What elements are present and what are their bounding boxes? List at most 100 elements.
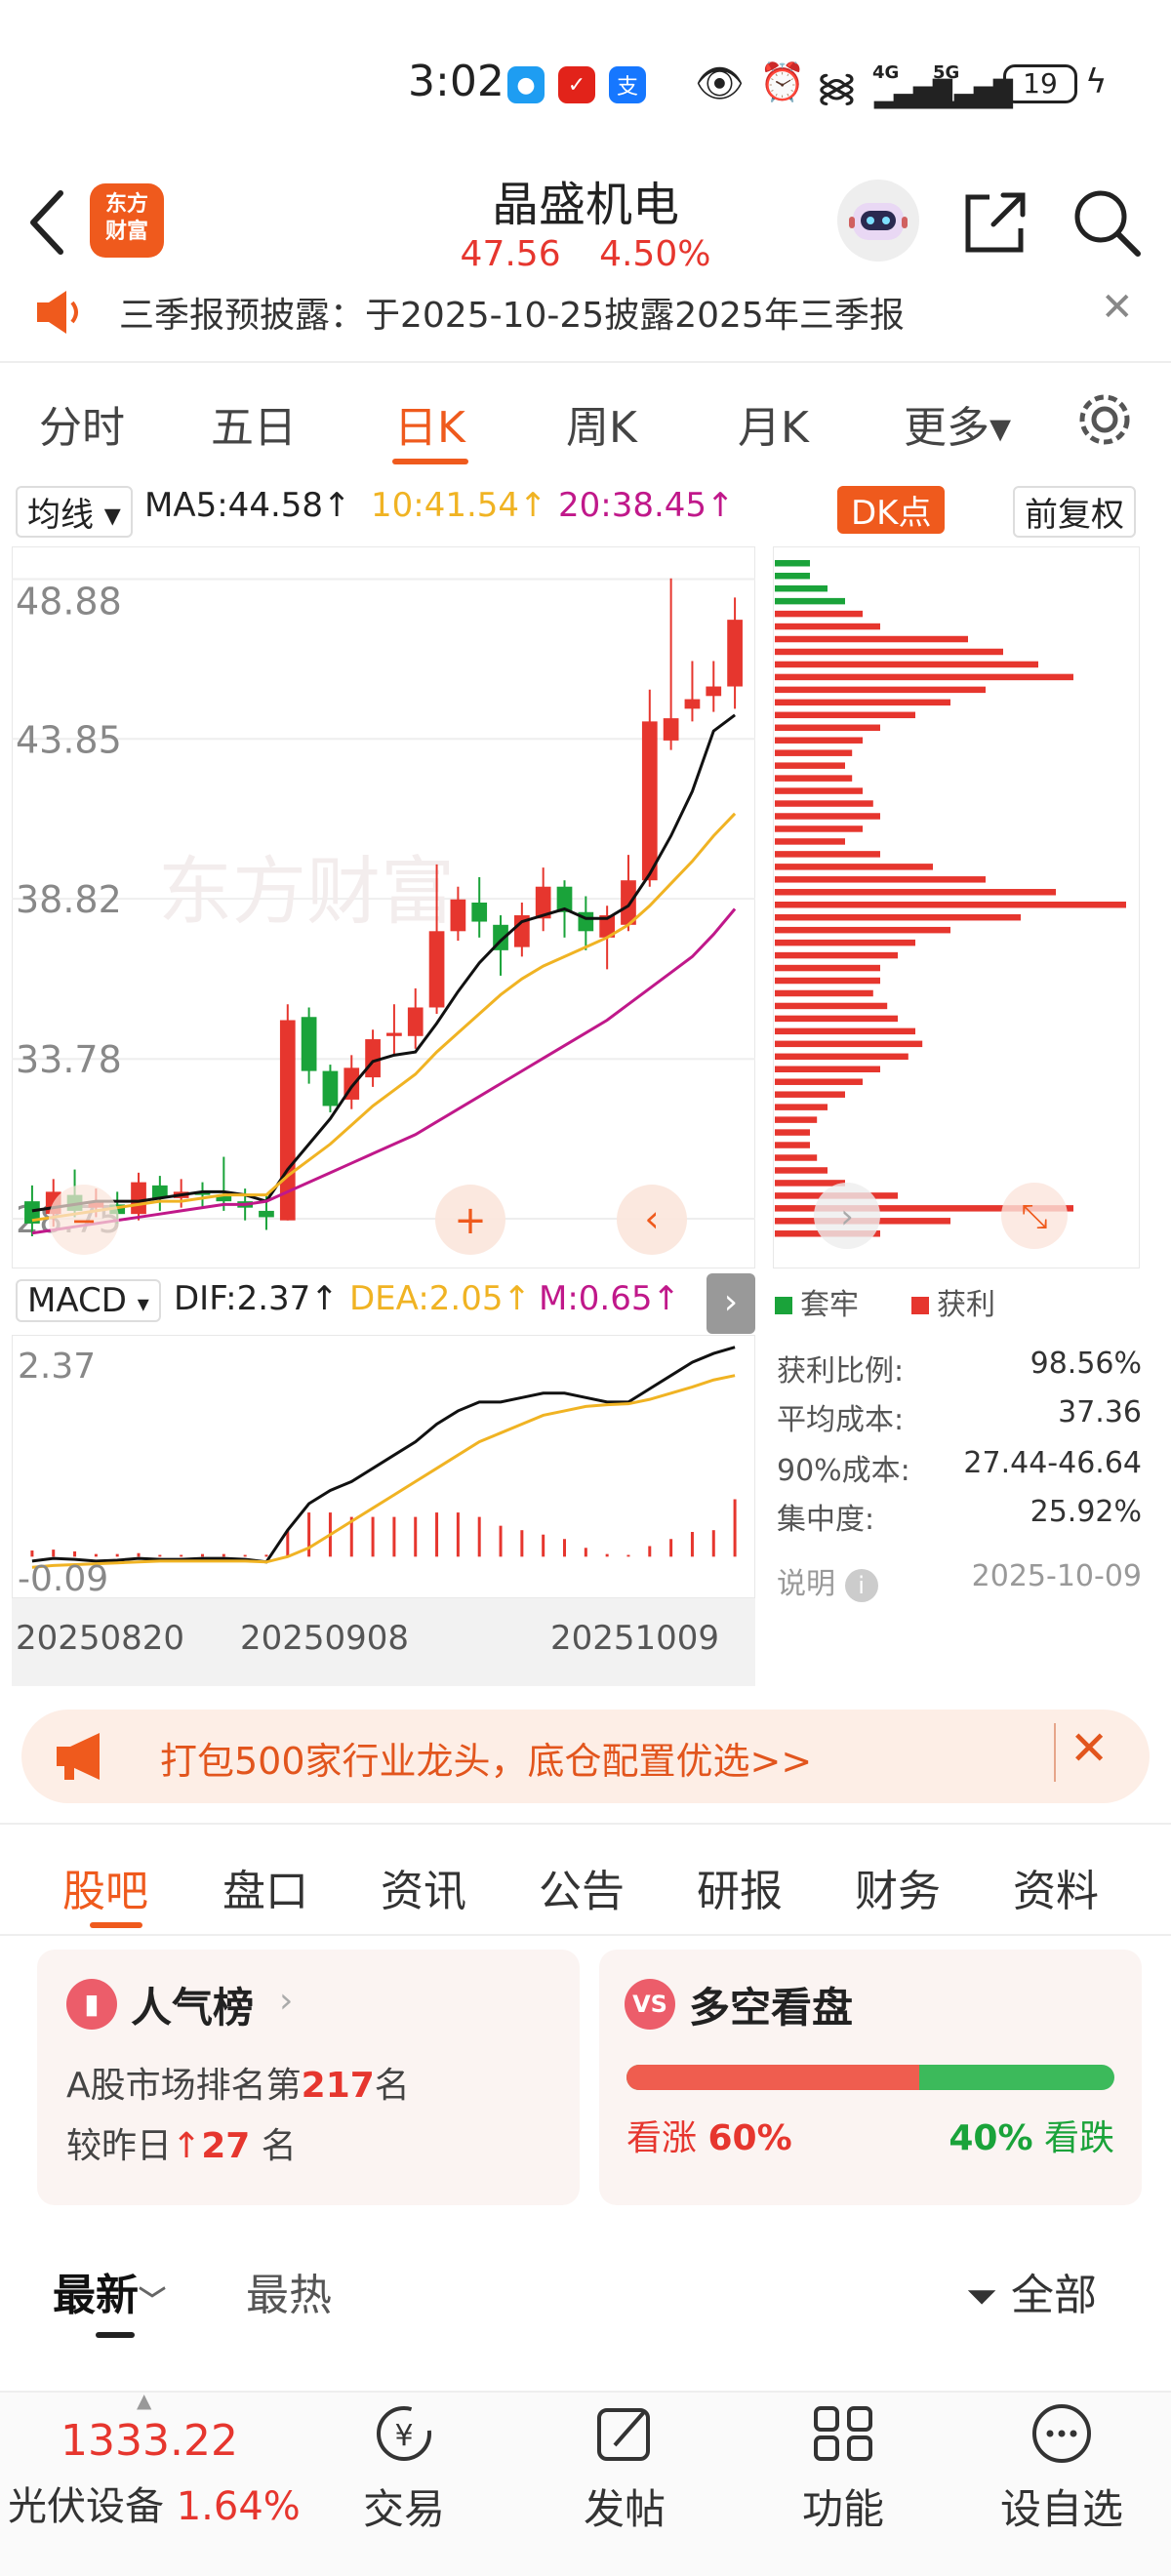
index-value[interactable]: 1333.22	[61, 2416, 238, 2466]
chip-distribution-chart[interactable]: › ⤡	[773, 546, 1140, 1268]
bear-label-text: 看跌	[1043, 2118, 1114, 2158]
chip-bar	[775, 1091, 845, 1098]
chip-bar	[775, 838, 845, 845]
feed-tab-hot[interactable]: 最热	[246, 2260, 332, 2322]
tab-daily-k[interactable]: 日K	[394, 392, 465, 455]
chip-bar	[775, 724, 880, 731]
chip-next-icon[interactable]: ›	[840, 1197, 854, 1236]
date-label-2: 20250908	[240, 1619, 409, 1658]
expand-icon[interactable]: ⤡	[1021, 1197, 1047, 1236]
chip-legend-profit: 获利	[911, 1280, 995, 1323]
tab-monthly-k[interactable]: 月K	[738, 392, 809, 455]
date-label-3: 20251009	[550, 1619, 719, 1658]
dk-point-button[interactable]: DK点	[837, 486, 946, 534]
chip-bar	[775, 597, 845, 605]
candle-body	[365, 1039, 381, 1078]
arrow-up-icon: ↑	[172, 2126, 202, 2166]
chip-bar	[775, 584, 828, 592]
add-watchlist-icon[interactable]	[984, 2402, 1140, 2465]
chevron-right-icon: ›	[279, 1981, 294, 2021]
wifi-icon: ᯼	[816, 65, 858, 110]
zoom-in-icon[interactable]: +	[454, 1198, 487, 1243]
stock-change-pct: 4.50%	[599, 234, 711, 274]
nav-trade[interactable]: 交易	[326, 2476, 482, 2536]
nav-post[interactable]: 发帖	[546, 2476, 703, 2536]
vs-icon: VS	[625, 1979, 675, 2030]
megaphone-icon	[57, 1733, 100, 1780]
promo-text: 打包500家行业龙头，底仓配置优选>>	[160, 1740, 813, 1783]
chip-bar	[775, 686, 986, 694]
date-label-1: 20250820	[16, 1619, 184, 1658]
candle-body	[259, 1210, 274, 1218]
bar-chart-icon: ▮	[66, 1979, 117, 2030]
adjust-button[interactable]: 前复权	[1013, 486, 1136, 538]
search-icon[interactable]	[1070, 185, 1144, 260]
section-divider-top	[0, 1823, 1171, 1825]
nav-functions[interactable]: 功能	[765, 2476, 921, 2536]
tab-more[interactable]: 更多▾	[904, 392, 1011, 455]
stat-value-90-cost: 27.44-46.64	[963, 1446, 1142, 1480]
candle-body	[663, 718, 679, 741]
chip-bar	[775, 1053, 909, 1061]
stat-label-avg-cost: 平均成本:	[777, 1403, 905, 1437]
post-icon[interactable]	[546, 2402, 703, 2465]
chip-bar	[775, 939, 915, 946]
scroll-left-icon[interactable]: ‹	[644, 1197, 659, 1240]
macd-chart[interactable]: 2.37 -0.09 20250820 20250908 20251009	[12, 1335, 755, 1686]
functions-icon[interactable]	[765, 2402, 921, 2465]
chip-bar	[775, 800, 873, 807]
macd-legend: MACD ▾ DIF:2.37↑ DEA:2.05↑ M:0.65↑ ›	[12, 1273, 755, 1334]
promo-banner[interactable]: 打包500家行业龙头，底仓配置优选>> ✕	[21, 1710, 1150, 1803]
macd-m: M:0.65↑	[539, 1279, 680, 1318]
feed-tab-latest-label: 最新	[53, 2271, 139, 2320]
gear-icon[interactable]	[1073, 388, 1136, 451]
tab-minute[interactable]: 分时	[39, 392, 125, 455]
chip-bar	[775, 1129, 810, 1136]
tab-finance[interactable]: 财务	[855, 1856, 941, 1918]
indicator-next-icon[interactable]: ›	[707, 1273, 755, 1334]
popularity-card[interactable]: ▮ 人气榜 › A股市场排名第217名 较昨日↑27 名	[37, 1950, 580, 2205]
chip-bar	[775, 572, 810, 580]
candle-body	[322, 1070, 339, 1107]
candle-body	[407, 1007, 424, 1036]
stat-label-90-cost: 90%成本:	[777, 1454, 910, 1488]
tab-guba-underline	[90, 1922, 142, 1928]
chip-bar	[775, 876, 986, 883]
assistant-avatar[interactable]	[837, 180, 919, 262]
zoom-out-icon[interactable]: −	[71, 1202, 98, 1239]
notice-bar[interactable]: 三季报预披露：于2025-10-25披露2025年三季报 ✕	[0, 285, 1171, 363]
promo-close-icon[interactable]: ✕	[1070, 1721, 1109, 1776]
nav-add-watchlist[interactable]: 设自选	[984, 2476, 1140, 2536]
tab-research[interactable]: 研报	[697, 1856, 783, 1918]
ma-selector-label: 均线	[27, 496, 94, 535]
stat-label-concentration: 集中度:	[777, 1503, 875, 1537]
feed-tab-latest[interactable]: 最新﹀	[53, 2260, 166, 2322]
rank-value: 217	[301, 2066, 375, 2106]
macd-selector[interactable]: MACD ▾	[16, 1279, 161, 1322]
trade-icon[interactable]: ¥	[326, 2402, 482, 2465]
info-icon: i	[844, 1569, 878, 1602]
tab-pankou[interactable]: 盘口	[222, 1856, 308, 1918]
tab-weekly-k[interactable]: 周K	[566, 392, 637, 455]
kline-chart[interactable]: 东方财富 48.8843.8538.8233.7828.75 + ‹ −	[12, 546, 755, 1268]
chevron-down-icon: ﹀	[139, 2284, 167, 2316]
candle-body	[428, 931, 445, 1008]
ma-selector[interactable]: 均线 ▾	[16, 486, 133, 538]
tab-profile[interactable]: 资料	[1013, 1856, 1099, 1918]
index-line[interactable]: 光伏设备 1.64%	[8, 2475, 301, 2531]
sentiment-card[interactable]: VS 多空看盘 看涨 60% 40% 看跌	[599, 1950, 1142, 2205]
feed-filter[interactable]: ⏷ 全部	[966, 2260, 1097, 2322]
caret-up-icon: ▲	[137, 2389, 152, 2412]
eye-icon: 👁	[695, 61, 745, 106]
chip-bar	[775, 737, 863, 744]
notice-close-icon[interactable]: ✕	[1101, 285, 1134, 330]
chip-bar	[775, 699, 950, 706]
tab-news[interactable]: 资讯	[381, 1856, 466, 1918]
tab-announcements[interactable]: 公告	[539, 1856, 625, 1918]
chip-note[interactable]: 说明 i	[777, 1559, 878, 1602]
tab-five-day[interactable]: 五日	[211, 392, 297, 455]
tab-guba[interactable]: 股吧	[62, 1856, 148, 1918]
chip-bar	[775, 1167, 828, 1174]
alarm-icon: ⏰	[759, 60, 806, 103]
share-icon[interactable]	[960, 187, 1030, 258]
